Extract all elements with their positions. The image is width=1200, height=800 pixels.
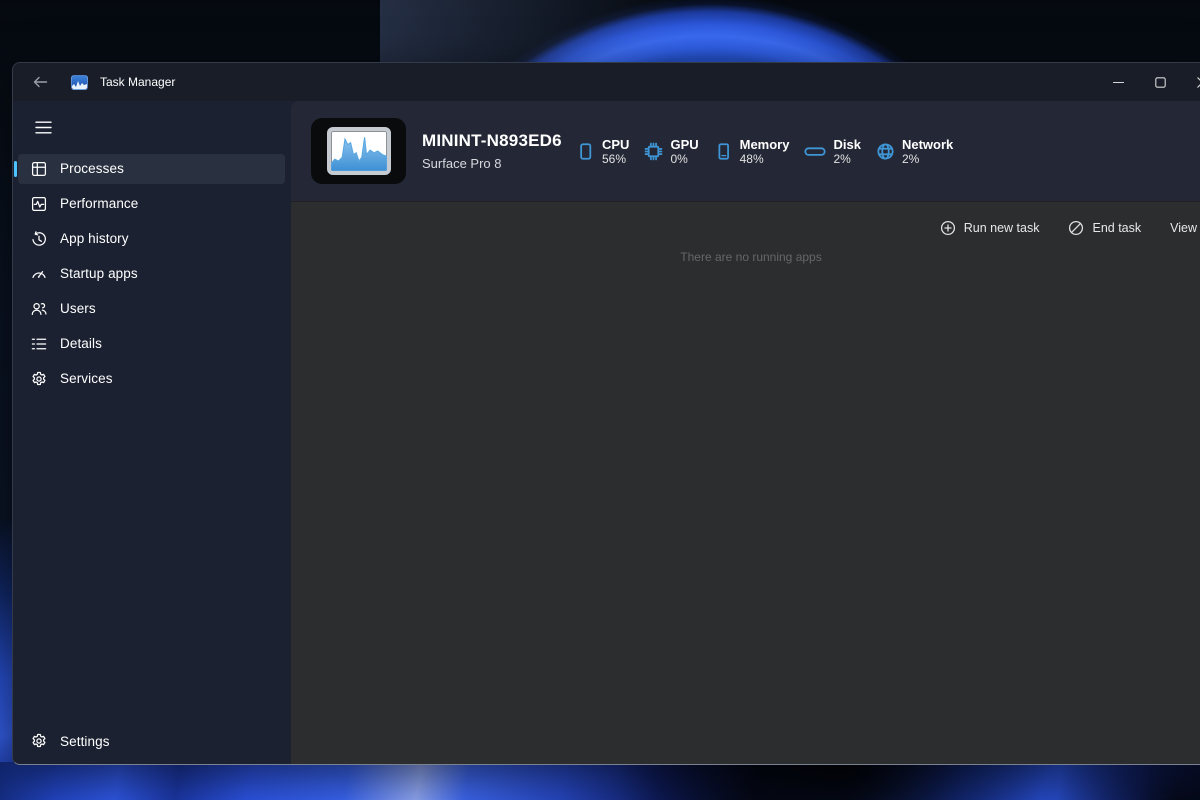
view-button[interactable]: View	[1162, 217, 1200, 239]
empty-state-message: There are no running apps	[291, 250, 1200, 264]
stat-label: GPU	[670, 137, 698, 152]
close-button[interactable]	[1181, 63, 1200, 101]
sidebar-item-startup-apps[interactable]: Startup apps	[18, 259, 285, 289]
plus-circle-icon	[940, 220, 956, 236]
stat-label: Network	[902, 137, 953, 152]
network-globe-icon	[876, 142, 895, 161]
view-label: View	[1170, 221, 1197, 235]
task-manager-window: Task Manager	[12, 62, 1200, 765]
wallpaper-bloom-highlight	[380, 0, 1040, 64]
processes-toolbar: Run new task End task View	[291, 202, 1200, 240]
device-info: MININT-N893ED6 Surface Pro 8	[422, 131, 564, 171]
sidebar-item-processes[interactable]: Processes	[18, 154, 285, 184]
stat-network: Network 2%	[876, 137, 953, 166]
device-name: MININT-N893ED6	[422, 131, 564, 151]
task-manager-app-icon	[311, 118, 406, 184]
close-icon	[1197, 77, 1200, 88]
titlebar: Task Manager	[13, 63, 1200, 101]
stat-value: 48%	[740, 152, 790, 166]
stat-cpu: CPU 56%	[576, 137, 629, 166]
processes-content: Run new task End task View There are no …	[291, 201, 1200, 765]
device-header: MININT-N893ED6 Surface Pro 8 CPU 56%	[291, 101, 1200, 201]
slash-circle-icon	[1068, 220, 1084, 236]
back-arrow-icon	[33, 76, 48, 88]
wallpaper-bottom-waves	[0, 762, 1200, 800]
sidebar-item-label: Settings	[60, 734, 110, 749]
settings-gear-icon	[31, 733, 47, 749]
resource-stats: CPU 56% GPU	[576, 137, 968, 166]
users-icon	[31, 301, 47, 317]
stat-value: 0%	[670, 152, 698, 166]
run-new-task-label: Run new task	[964, 221, 1040, 235]
startup-gauge-icon	[31, 266, 47, 282]
stat-value: 2%	[833, 152, 860, 166]
sidebar-item-services[interactable]: Services	[18, 364, 285, 394]
sidebar-item-label: App history	[60, 231, 129, 246]
nav-menu-button[interactable]	[25, 111, 61, 143]
gpu-icon	[644, 142, 663, 161]
sidebar-item-performance[interactable]: Performance	[18, 189, 285, 219]
stat-label: Disk	[833, 137, 860, 152]
app-history-clock-icon	[31, 231, 47, 247]
sidebar-spacer	[13, 396, 291, 724]
sidebar-item-details[interactable]: Details	[18, 329, 285, 359]
task-manager-logo-icon	[71, 75, 88, 90]
stat-label: Memory	[740, 137, 790, 152]
nav-list: Processes Performance App history	[13, 151, 291, 396]
maximize-icon	[1155, 77, 1166, 88]
sidebar-item-label: Startup apps	[60, 266, 138, 281]
sidebar-item-label: Users	[60, 301, 96, 316]
navigation-sidebar: Processes Performance App history	[13, 101, 291, 765]
memory-icon	[714, 142, 733, 161]
disk-icon	[804, 142, 826, 161]
cpu-icon	[576, 142, 595, 161]
window-controls	[1097, 63, 1200, 101]
hamburger-icon	[35, 121, 52, 134]
stat-memory: Memory 48%	[714, 137, 790, 166]
sidebar-item-app-history[interactable]: App history	[18, 224, 285, 254]
sidebar-item-label: Processes	[60, 161, 124, 176]
details-list-icon	[31, 336, 47, 352]
monitor-chart-icon	[327, 127, 391, 175]
sidebar-item-users[interactable]: Users	[18, 294, 285, 324]
services-gear-icon	[31, 371, 47, 387]
sidebar-item-settings[interactable]: Settings	[18, 726, 285, 756]
main-panel: MININT-N893ED6 Surface Pro 8 CPU 56%	[291, 101, 1200, 765]
device-model: Surface Pro 8	[422, 156, 564, 171]
window-title: Task Manager	[100, 75, 175, 89]
processes-grid-icon	[31, 161, 47, 177]
sidebar-item-label: Performance	[60, 196, 138, 211]
run-new-task-button[interactable]: Run new task	[932, 216, 1048, 240]
end-task-button[interactable]: End task	[1060, 216, 1149, 240]
performance-pulse-icon	[31, 196, 47, 212]
stat-disk: Disk 2%	[804, 137, 860, 166]
minimize-button[interactable]	[1097, 63, 1139, 101]
stat-value: 56%	[602, 152, 629, 166]
maximize-button[interactable]	[1139, 63, 1181, 101]
sidebar-item-label: Services	[60, 371, 113, 386]
stat-value: 2%	[902, 152, 953, 166]
end-task-label: End task	[1092, 221, 1141, 235]
stat-gpu: GPU 0%	[644, 137, 698, 166]
sidebar-item-label: Details	[60, 336, 102, 351]
stat-label: CPU	[602, 137, 629, 152]
back-button[interactable]	[23, 67, 57, 97]
minimize-icon	[1113, 77, 1124, 88]
